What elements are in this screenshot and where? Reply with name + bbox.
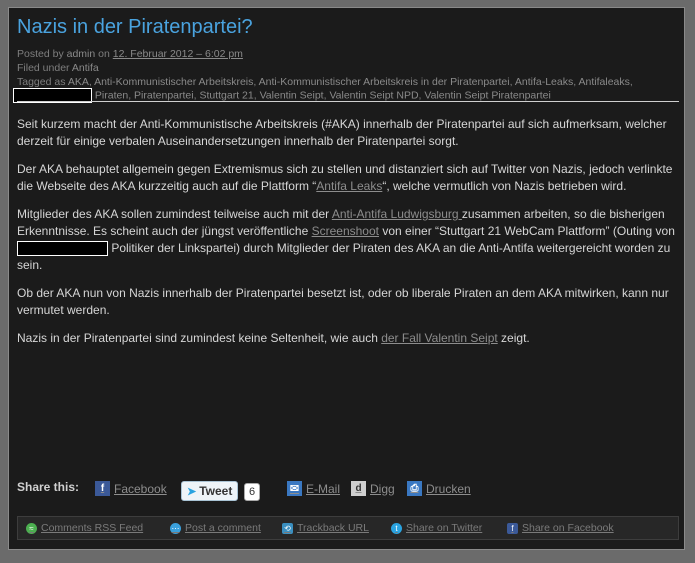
tag-link[interactable]: Valentin Seipt Piratenpartei	[424, 89, 550, 101]
print-share-label: Drucken	[426, 481, 471, 496]
paragraph: Ob der AKA nun von Nazis innerhalb der P…	[17, 286, 669, 317]
category-link[interactable]: Antifa	[72, 62, 99, 74]
share-facebook-link[interactable]: f Share on Facebook	[507, 522, 614, 534]
paragraph-text: Nazis in der Piratenpartei sind zumindes…	[17, 331, 382, 345]
email-icon: ✉	[287, 481, 302, 496]
trackback-label: Trackback URL	[297, 522, 369, 534]
tag-link[interactable]: Anti-Kommunistischer Arbeitskreis	[94, 76, 253, 88]
screenshot-link[interactable]: Screenshoot	[312, 224, 379, 238]
tag-link[interactable]: Stuttgart 21	[199, 89, 253, 101]
tag-link[interactable]: AKA	[68, 76, 89, 88]
on-label: on	[98, 48, 110, 60]
digg-icon: d	[351, 481, 366, 496]
date-link[interactable]: 12. Februar 2012 – 6:02 pm	[113, 48, 243, 60]
comments-rss-label: Comments RSS Feed	[41, 522, 144, 534]
post-comment-label: Post a comment	[185, 522, 261, 534]
print-icon: ⎙	[407, 481, 422, 496]
anti-antifa-link[interactable]: Anti-Antifa Ludwigsburg	[332, 207, 462, 221]
paragraph: Der AKA behauptet allgemein gegen Extrem…	[17, 161, 679, 195]
email-share-button[interactable]: ✉ E-Mail	[287, 481, 340, 496]
tweet-button[interactable]: ➤ Tweet	[181, 481, 239, 501]
trackback-icon: ⟲	[282, 522, 293, 534]
post-byline: Posted by admin on 12. Februar 2012 – 6:…	[17, 48, 243, 60]
tagged-as-label: Tagged as	[17, 76, 66, 88]
post-tags-line1: Tagged as AKA, Anti-Kommunistischer Arbe…	[17, 76, 633, 88]
paragraph-text: Politiker der Linkspartei) durch Mitglie…	[17, 241, 671, 272]
filed-under-label: Filed under	[17, 62, 70, 74]
tag-link[interactable]: Antifaleaks	[579, 76, 630, 88]
post-comment-link[interactable]: ⋯ Post a comment	[170, 522, 261, 534]
trackback-link[interactable]: ⟲ Trackback URL	[282, 522, 369, 534]
share-twitter-link[interactable]: t Share on Twitter	[391, 522, 482, 534]
tag-link[interactable]: Piratenpartei	[134, 89, 194, 101]
tag-link[interactable]: Anti-Kommunistischer Arbeitskreis in der…	[259, 76, 510, 88]
paragraph: Nazis in der Piratenpartei sind zumindes…	[17, 330, 679, 347]
author-link[interactable]: admin	[67, 48, 96, 60]
share-twitter-label: Share on Twitter	[406, 522, 483, 534]
tweet-label: Tweet	[199, 484, 233, 498]
paragraph-text: Mitglieder des AKA sollen zumindest teil…	[17, 207, 332, 221]
post-content: Seit kurzem macht der Anti-Kommunistisch…	[17, 116, 679, 358]
share-facebook-label: Share on Facebook	[522, 522, 614, 534]
paragraph-text: von einer “Stuttgart 21 WebCam Plattform…	[379, 224, 675, 238]
twitter-bird-icon: ➤	[187, 485, 197, 498]
post-frame: Nazis in der Piratenpartei? Posted by ad…	[8, 7, 685, 550]
digg-share-label: Digg	[370, 481, 395, 496]
post-title[interactable]: Nazis in der Piratenpartei?	[17, 16, 253, 39]
email-share-label: E-Mail	[306, 481, 341, 496]
facebook-share-button[interactable]: f Facebook	[95, 481, 167, 496]
tag-link[interactable]: Valentin Seipt NPD	[329, 89, 418, 101]
digg-share-button[interactable]: d Digg	[351, 481, 395, 496]
facebook-icon: f	[95, 481, 110, 496]
share-label: Share this:	[17, 480, 80, 494]
paragraph: Seit kurzem macht der Anti-Kommunistisch…	[17, 117, 667, 148]
tweet-count: 6	[244, 483, 261, 501]
tag-link[interactable]: Antifa-Leaks	[515, 76, 573, 88]
paragraph-text: “, welche vermutlich von Nazis betrieben…	[382, 179, 627, 193]
posted-by-label: Posted by	[17, 48, 64, 60]
rss-icon: ≈	[26, 522, 37, 534]
antifa-leaks-link[interactable]: Antifa Leaks	[316, 179, 382, 193]
twitter-icon: t	[391, 522, 402, 534]
print-share-button[interactable]: ⎙ Drucken	[407, 481, 471, 496]
comments-rss-link[interactable]: ≈ Comments RSS Feed	[26, 522, 143, 534]
share-bar: Share this: f Facebook ➤ Tweet 6 ✉ E-Mai…	[17, 480, 679, 502]
valentin-seipt-link[interactable]: der Fall Valentin Seipt	[381, 331, 498, 345]
tag-link[interactable]: Valentin Seipt	[260, 89, 324, 101]
tag-link[interactable]: Piraten	[95, 89, 128, 101]
post-footer-bar: ≈ Comments RSS Feed ⋯ Post a comment ⟲ T…	[17, 516, 679, 540]
header-divider	[17, 101, 679, 102]
post-category: Filed under Antifa	[17, 62, 99, 74]
redacted-block	[17, 241, 108, 257]
facebook-share-label: Facebook	[114, 481, 167, 496]
facebook-icon: f	[507, 522, 518, 534]
paragraph-text: zeigt.	[497, 331, 530, 345]
paragraph: Mitglieder des AKA sollen zumindest teil…	[17, 206, 679, 274]
comment-icon: ⋯	[170, 522, 181, 534]
